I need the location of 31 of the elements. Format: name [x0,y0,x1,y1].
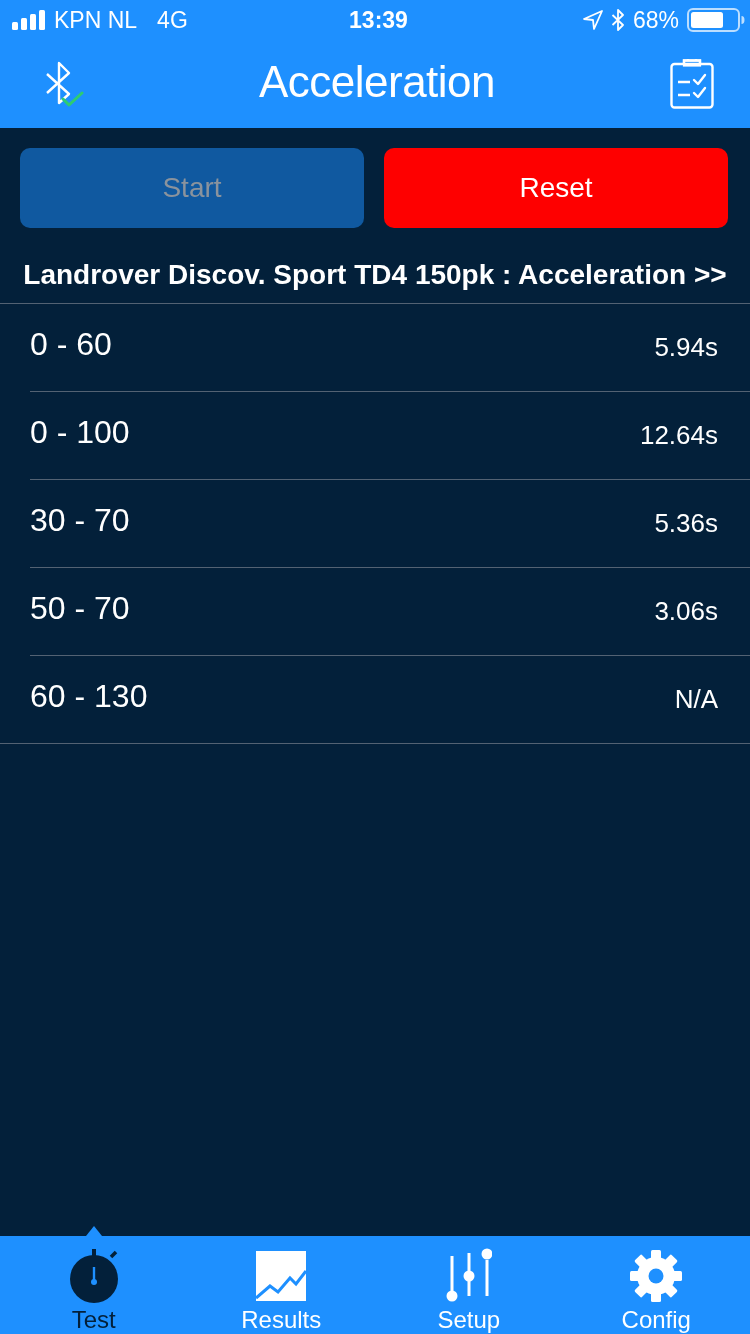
time-value: N/A [674,684,718,715]
speed-range-label: 0 - 100 [30,414,130,451]
gear-icon [630,1250,683,1302]
bluetooth-check-icon[interactable] [44,60,84,108]
battery-icon [687,8,745,32]
speed-range-label: 0 - 60 [30,326,112,363]
time-value: 5.94s [654,332,718,363]
reset-button[interactable]: Reset [384,148,728,228]
speed-range-label: 60 - 130 [30,678,148,715]
location-arrow-icon [582,10,603,30]
clipboard-checklist-icon[interactable] [670,59,714,109]
battery-percentage: 68% [632,6,679,34]
line-chart-icon [256,1251,307,1301]
bluetooth-icon [610,9,625,31]
clock: 13:39 [349,6,408,34]
speed-range-label: 30 - 70 [30,502,130,539]
speed-range-label: 50 - 70 [30,590,130,627]
network-type: 4G [157,6,188,34]
vehicle-test-header[interactable]: Landrover Discov. Sport TD4 150pk : Acceleration >> [23,258,727,291]
time-value: 5.36s [654,508,718,539]
carrier-name: KPN NL [54,6,138,34]
tab-bar-item[interactable]: Config [562,1236,750,1334]
signal-strength-icon [12,10,46,30]
stopwatch-icon [67,1248,120,1304]
tab-bar-item[interactable]: Test [0,1236,188,1334]
tab-bar-item[interactable]: Setup [375,1236,563,1334]
tab-bar-item[interactable]: Results [187,1236,375,1334]
sliders-icon [445,1248,492,1304]
screen-title: Acceleration [258,57,496,107]
time-value: 12.64s [639,420,718,451]
time-value: 3.06s [654,596,718,627]
